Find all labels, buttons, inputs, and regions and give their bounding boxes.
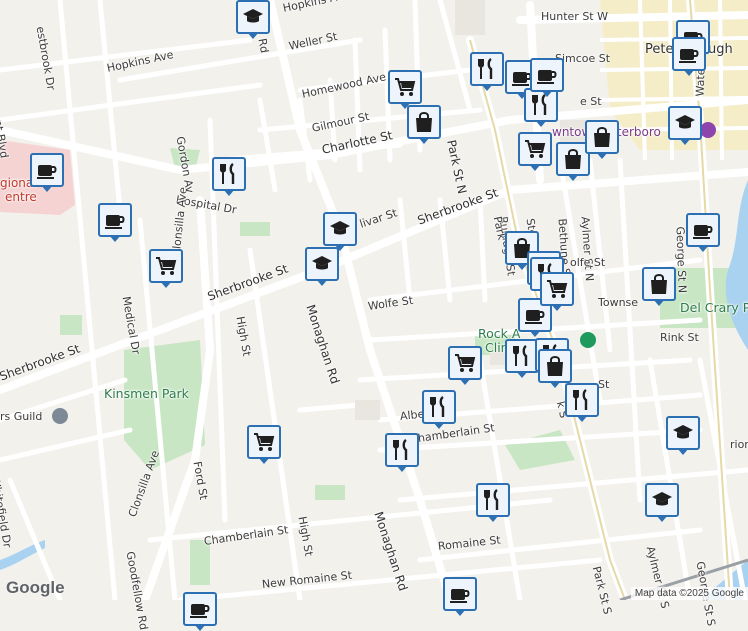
grocery-marker[interactable] xyxy=(448,346,482,385)
cafe-icon xyxy=(691,218,715,242)
school-icon xyxy=(650,488,674,512)
street-label: Rd xyxy=(255,37,271,55)
restaurant-marker[interactable] xyxy=(505,339,539,378)
cafe-icon xyxy=(677,42,701,66)
cafe-marker[interactable] xyxy=(183,592,217,631)
grocery-marker[interactable] xyxy=(388,70,422,109)
restaurant-marker[interactable] xyxy=(422,390,456,429)
school-icon xyxy=(328,217,352,241)
cafe-icon xyxy=(103,208,127,232)
kinsmen-park-label[interactable]: Kinsmen Park xyxy=(104,386,189,401)
cafe-icon xyxy=(188,597,212,621)
school-icon xyxy=(310,252,334,276)
shop-icon xyxy=(561,147,585,171)
cafe-marker[interactable] xyxy=(443,577,477,616)
grocery-icon xyxy=(154,254,178,278)
artists-guild-label[interactable]: rs Guild xyxy=(0,410,42,423)
restaurant-marker[interactable] xyxy=(476,483,510,522)
street-label: Hunter St W xyxy=(541,10,608,23)
google-logo: Google xyxy=(6,578,65,597)
school-marker[interactable] xyxy=(236,0,270,39)
right-label: riona xyxy=(730,438,748,451)
guild-poi-icon[interactable] xyxy=(52,408,68,424)
street-label: olfe St xyxy=(570,256,606,269)
grocery-marker[interactable] xyxy=(540,272,574,311)
grocery-marker[interactable] xyxy=(518,132,552,171)
restaurant-icon xyxy=(510,344,534,368)
street-label: e St xyxy=(580,95,602,108)
shop-marker[interactable] xyxy=(642,267,676,306)
restaurant-icon xyxy=(475,57,499,81)
green-patch-4 xyxy=(315,485,345,500)
regional-centre-label-2[interactable]: entre xyxy=(5,190,37,204)
street-label: Townse xyxy=(598,296,639,309)
restaurant-marker[interactable] xyxy=(212,157,246,196)
school-icon xyxy=(673,111,697,135)
map-canvas[interactable]: Hunter St W Hopkins Ave Weller St Hopkin… xyxy=(0,0,748,631)
shop-marker[interactable] xyxy=(585,120,619,159)
grocery-marker[interactable] xyxy=(149,249,183,288)
restaurant-marker[interactable] xyxy=(385,433,419,472)
map-attribution[interactable]: Map data ©2025 Google xyxy=(630,587,748,600)
shop-marker[interactable] xyxy=(407,105,441,144)
grocery-icon xyxy=(453,351,477,375)
shop-icon xyxy=(412,110,436,134)
restaurant-icon xyxy=(427,395,451,419)
street-label: St xyxy=(598,378,610,391)
school-marker[interactable] xyxy=(323,212,357,251)
school-marker[interactable] xyxy=(666,416,700,455)
restaurant-marker[interactable] xyxy=(470,52,504,91)
cafe-icon xyxy=(448,582,472,606)
grocery-icon xyxy=(393,75,417,99)
restaurant-icon xyxy=(481,488,505,512)
school-icon xyxy=(241,5,265,29)
shop-icon xyxy=(590,125,614,149)
school-marker[interactable] xyxy=(645,483,679,522)
school-icon xyxy=(671,421,695,445)
climbing-poi-icon[interactable] xyxy=(580,332,596,348)
cafe-marker[interactable] xyxy=(686,213,720,252)
cafe-marker[interactable] xyxy=(530,58,564,97)
restaurant-icon xyxy=(570,388,594,412)
green-patch-3 xyxy=(240,222,270,236)
shop-marker[interactable] xyxy=(538,349,572,388)
cafe-marker[interactable] xyxy=(672,37,706,76)
green-patch-2 xyxy=(60,315,82,335)
school-marker[interactable] xyxy=(305,247,339,286)
grocery-icon xyxy=(252,430,276,454)
street-label: Rink St xyxy=(660,331,699,344)
cafe-marker[interactable] xyxy=(98,203,132,242)
restaurant-icon xyxy=(217,162,241,186)
del-crary-park-label[interactable]: Del Crary Pa xyxy=(680,300,748,315)
shop-icon xyxy=(543,354,567,378)
grocery-icon xyxy=(545,277,569,301)
grocery-marker[interactable] xyxy=(247,425,281,464)
restaurant-icon xyxy=(390,438,414,462)
cafe-marker[interactable] xyxy=(30,153,64,192)
grocery-icon xyxy=(523,137,547,161)
cafe-icon xyxy=(535,63,559,87)
downtown-poi-icon[interactable] xyxy=(700,122,716,138)
shop-icon xyxy=(647,272,671,296)
cafe-icon xyxy=(523,303,547,327)
school-marker[interactable] xyxy=(668,106,702,145)
cafe-icon xyxy=(35,158,59,182)
restaurant-marker[interactable] xyxy=(565,383,599,422)
